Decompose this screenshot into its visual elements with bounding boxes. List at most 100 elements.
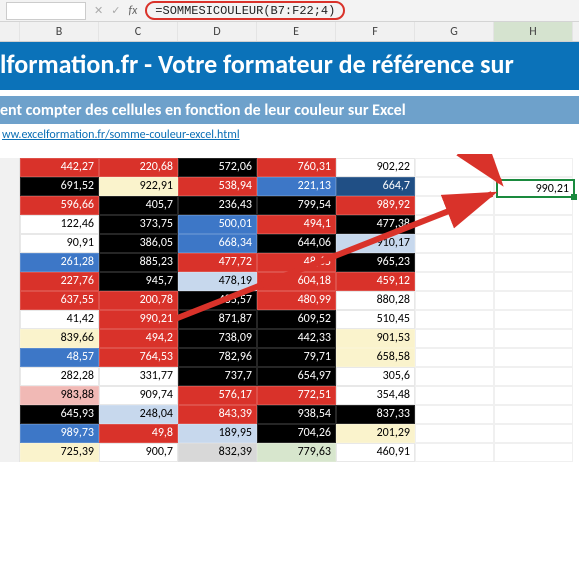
data-cell[interactable]: 909,74	[99, 386, 178, 405]
empty-cell[interactable]	[494, 234, 573, 253]
data-cell[interactable]: 261,28	[20, 253, 99, 272]
empty-cell[interactable]	[415, 272, 494, 291]
data-cell[interactable]: 609,52	[257, 310, 336, 329]
data-cell[interactable]: 654,97	[257, 367, 336, 386]
empty-cell[interactable]	[494, 158, 573, 177]
data-cell[interactable]: 983,88	[20, 386, 99, 405]
data-cell[interactable]: 354,48	[336, 386, 415, 405]
data-cell[interactable]: 910,17	[336, 234, 415, 253]
data-cell[interactable]: 500,01	[178, 215, 257, 234]
empty-cell[interactable]	[415, 310, 494, 329]
data-cell[interactable]: 442,33	[257, 329, 336, 348]
data-cell[interactable]: 538,94	[178, 177, 257, 196]
source-link[interactable]: ww.excelformation.fr/somme-couleur-excel…	[0, 124, 579, 154]
data-cell[interactable]: 922,91	[99, 177, 178, 196]
data-cell[interactable]: 990,21	[99, 310, 178, 329]
result-cell[interactable]: 990,21	[496, 179, 575, 198]
data-cell[interactable]: 760,31	[257, 158, 336, 177]
empty-cell[interactable]	[415, 348, 494, 367]
data-cell[interactable]: 331,77	[99, 367, 178, 386]
data-cell[interactable]: 965,23	[336, 253, 415, 272]
data-cell[interactable]: 691,52	[20, 177, 99, 196]
data-cell[interactable]: 460,91	[336, 443, 415, 462]
data-cell[interactable]: 459,12	[336, 272, 415, 291]
data-cell[interactable]: 201,29	[336, 424, 415, 443]
empty-cell[interactable]	[415, 386, 494, 405]
empty-cell[interactable]	[415, 234, 494, 253]
data-cell[interactable]: 668,34	[178, 234, 257, 253]
empty-cell[interactable]	[415, 215, 494, 234]
data-cell[interactable]: 90,91	[20, 234, 99, 253]
empty-cell[interactable]	[494, 215, 573, 234]
data-cell[interactable]: 604,18	[257, 272, 336, 291]
data-cell[interactable]: 494,2	[99, 329, 178, 348]
empty-cell[interactable]	[415, 367, 494, 386]
data-cell[interactable]: 782,96	[178, 348, 257, 367]
data-cell[interactable]: 737,7	[178, 367, 257, 386]
data-cell[interactable]: 48,65	[257, 253, 336, 272]
data-cell[interactable]: 704,26	[257, 424, 336, 443]
data-cell[interactable]: 658,58	[336, 348, 415, 367]
data-cell[interactable]: 49,8	[99, 424, 178, 443]
data-cell[interactable]: 305,6	[336, 367, 415, 386]
formula-input[interactable]: =SOMMESICOULEUR(B7:F22;4)	[145, 1, 345, 20]
empty-cell[interactable]	[494, 272, 573, 291]
empty-cell[interactable]	[494, 329, 573, 348]
data-cell[interactable]: 764,53	[99, 348, 178, 367]
empty-cell[interactable]	[415, 177, 494, 196]
empty-cell[interactable]	[415, 253, 494, 272]
data-cell[interactable]: 478,19	[178, 272, 257, 291]
col-header-e[interactable]: E	[257, 22, 336, 41]
data-cell[interactable]: 839,66	[20, 329, 99, 348]
col-header-d[interactable]: D	[178, 22, 257, 41]
data-cell[interactable]: 236,43	[178, 196, 257, 215]
empty-cell[interactable]	[494, 348, 573, 367]
data-cell[interactable]: 220,68	[99, 158, 178, 177]
col-header-c[interactable]: C	[99, 22, 178, 41]
data-cell[interactable]: 122,46	[20, 215, 99, 234]
data-cell[interactable]: 480,99	[257, 291, 336, 310]
data-cell[interactable]: 373,75	[99, 215, 178, 234]
data-cell[interactable]: 644,06	[257, 234, 336, 253]
col-header-g[interactable]: G	[415, 22, 494, 41]
col-header-h[interactable]: H	[494, 22, 573, 41]
data-cell[interactable]: 405,7	[99, 196, 178, 215]
data-cell[interactable]: 248,04	[99, 405, 178, 424]
data-cell[interactable]: 989,92	[336, 196, 415, 215]
data-cell[interactable]: 843,39	[178, 405, 257, 424]
data-cell[interactable]: 227,76	[20, 272, 99, 291]
empty-cell[interactable]	[494, 367, 573, 386]
empty-cell[interactable]	[494, 291, 573, 310]
empty-cell[interactable]	[494, 253, 573, 272]
data-cell[interactable]: 442,27	[20, 158, 99, 177]
data-cell[interactable]: 664,7	[336, 177, 415, 196]
data-cell[interactable]: 880,28	[336, 291, 415, 310]
empty-cell[interactable]	[494, 310, 573, 329]
data-cell[interactable]: 510,45	[336, 310, 415, 329]
empty-cell[interactable]	[494, 424, 573, 443]
data-cell[interactable]: 189,95	[178, 424, 257, 443]
data-cell[interactable]: 989,73	[20, 424, 99, 443]
data-cell[interactable]: 576,17	[178, 386, 257, 405]
empty-cell[interactable]	[494, 443, 573, 462]
empty-cell[interactable]	[415, 196, 494, 215]
empty-cell[interactable]	[415, 424, 494, 443]
data-cell[interactable]: 41,42	[20, 310, 99, 329]
data-cell[interactable]: 494,1	[257, 215, 336, 234]
data-cell[interactable]: 221,13	[257, 177, 336, 196]
empty-cell[interactable]	[415, 443, 494, 462]
data-cell[interactable]: 282,28	[20, 367, 99, 386]
name-box[interactable]	[6, 2, 86, 20]
data-cell[interactable]: 572,06	[178, 158, 257, 177]
col-header-b[interactable]: B	[20, 22, 99, 41]
data-cell[interactable]: 900,7	[99, 443, 178, 462]
data-cell[interactable]: 799,54	[257, 196, 336, 215]
data-cell[interactable]: 832,39	[178, 443, 257, 462]
data-cell[interactable]: 637,55	[20, 291, 99, 310]
data-cell[interactable]: 477,38	[336, 215, 415, 234]
empty-cell[interactable]	[415, 158, 494, 177]
data-cell[interactable]: 477,72	[178, 253, 257, 272]
fx-icon[interactable]: fx	[128, 4, 137, 18]
data-cell[interactable]: 200,78	[99, 291, 178, 310]
col-header-f[interactable]: F	[336, 22, 415, 41]
